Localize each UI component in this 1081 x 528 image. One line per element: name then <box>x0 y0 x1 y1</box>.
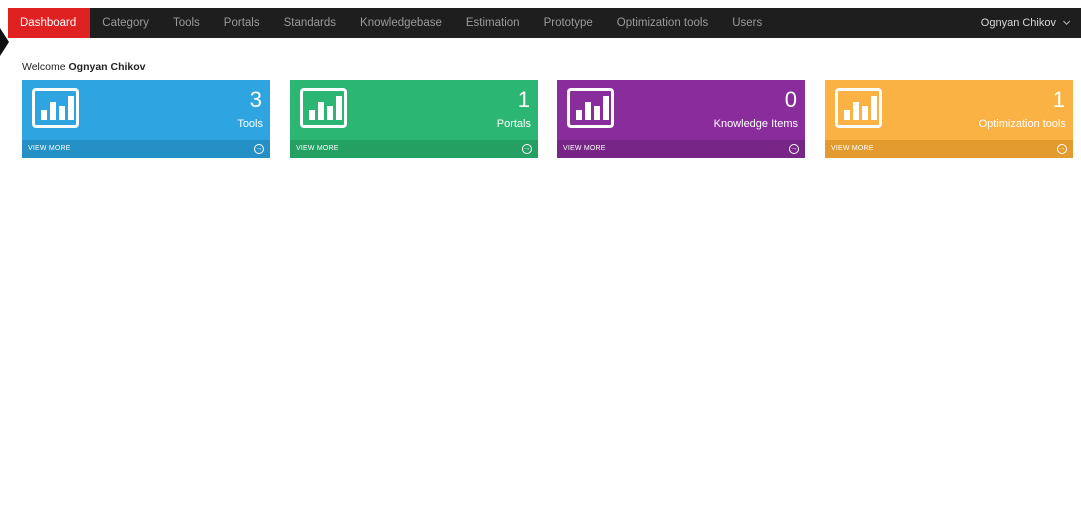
nav-prototype[interactable]: Prototype <box>532 8 605 38</box>
tile-label: Optimization tools <box>978 118 1066 130</box>
nav-tools[interactable]: Tools <box>161 8 212 38</box>
nav-optimization-tools[interactable]: Optimization tools <box>605 8 720 38</box>
nav-estimation[interactable]: Estimation <box>454 8 532 38</box>
tile-count: 1 <box>517 87 530 112</box>
nav-category[interactable]: Category <box>90 8 161 38</box>
tile-label: Knowledge Items <box>713 118 798 130</box>
tile-portals[interactable]: 1 Portals VIEW MORE → <box>290 80 538 158</box>
view-more-label: VIEW MORE <box>296 145 339 152</box>
tile-tools[interactable]: 3 Tools VIEW MORE → <box>22 80 270 158</box>
top-navbar: Dashboard Category Tools Portals Standar… <box>8 8 1081 38</box>
nav-portals[interactable]: Portals <box>212 8 272 38</box>
bar-chart-icon <box>32 88 79 128</box>
tile-count: 3 <box>249 87 262 112</box>
tile-label: Portals <box>496 118 531 130</box>
arrow-right-circle-icon: → <box>789 144 799 154</box>
welcome-user-name: Ognyan Chikov <box>68 61 146 73</box>
nav-dashboard[interactable]: Dashboard <box>8 8 91 38</box>
nav-knowledgebase[interactable]: Knowledgebase <box>348 8 454 38</box>
user-menu[interactable]: Ognyan Chikov <box>971 8 1081 38</box>
arrow-right-circle-icon: → <box>522 144 532 154</box>
arrow-right-circle-icon: → <box>1057 144 1067 154</box>
view-more-label: VIEW MORE <box>28 145 71 152</box>
tile-count: 1 <box>1052 87 1065 112</box>
view-more-link[interactable]: VIEW MORE → <box>825 140 1073 158</box>
chevron-down-icon <box>1063 17 1071 25</box>
view-more-link[interactable]: VIEW MORE → <box>22 140 270 158</box>
view-more-link[interactable]: VIEW MORE → <box>290 140 538 158</box>
tile-optimization-tools[interactable]: 1 Optimization tools VIEW MORE → <box>825 80 1073 158</box>
user-name: Ognyan Chikov <box>980 17 1056 29</box>
view-more-label: VIEW MORE <box>831 145 874 152</box>
tile-count: 0 <box>784 87 797 112</box>
bar-chart-icon <box>300 88 347 128</box>
nav-standards[interactable]: Standards <box>272 8 348 38</box>
view-more-label: VIEW MORE <box>563 145 606 152</box>
welcome-prefix: Welcome <box>22 61 66 73</box>
bar-chart-icon <box>567 88 614 128</box>
arrow-right-circle-icon: → <box>254 144 264 154</box>
welcome-message: Welcome Ognyan Chikov <box>22 61 146 73</box>
view-more-link[interactable]: VIEW MORE → <box>557 140 805 158</box>
tile-knowledge-items[interactable]: 0 Knowledge Items VIEW MORE → <box>557 80 805 158</box>
tile-label: Tools <box>237 118 263 130</box>
nav-users[interactable]: Users <box>720 8 774 38</box>
bar-chart-icon <box>835 88 882 128</box>
